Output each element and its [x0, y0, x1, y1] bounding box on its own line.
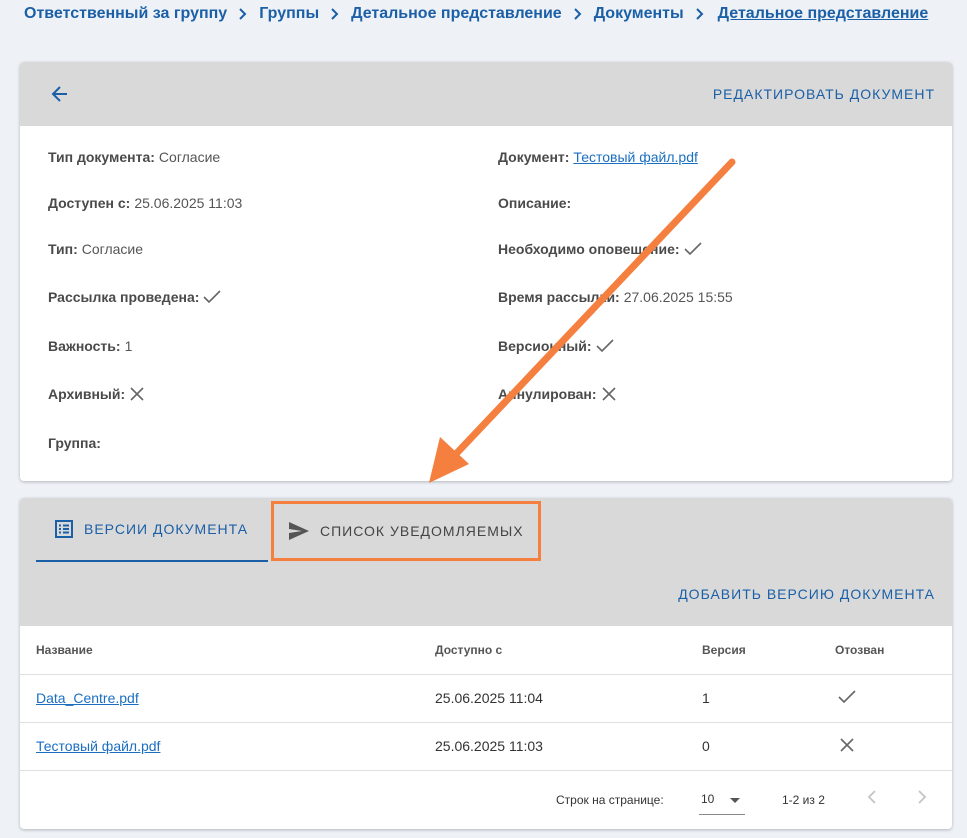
- cross-icon: [600, 385, 618, 403]
- cell-version: 0: [686, 722, 819, 771]
- versions-table: Название Доступно с Версия Отозван Data_…: [20, 626, 952, 771]
- check-icon: [595, 338, 615, 354]
- field-archived: Архивный:: [48, 384, 146, 404]
- chevron-right-icon: [227, 8, 259, 20]
- cross-icon: [128, 385, 146, 403]
- next-page-button[interactable]: [916, 789, 928, 808]
- cell-available: 25.06.2025 11:04: [419, 674, 686, 723]
- check-icon: [683, 241, 703, 257]
- field-mailing-done: Рассылка проведена:: [48, 287, 222, 307]
- table-row[interactable]: Data_Centre.pdf 25.06.2025 11:04 1: [20, 674, 952, 723]
- field-type: Тип: Согласие: [48, 241, 144, 257]
- document-file-link[interactable]: Тестовый файл.pdf: [573, 149, 697, 165]
- version-file-link[interactable]: Data_Centre.pdf: [36, 690, 139, 706]
- breadcrumb-item-documents[interactable]: Документы: [594, 5, 684, 23]
- breadcrumb-item-groups[interactable]: Группы: [259, 5, 319, 23]
- add-document-version-button[interactable]: ДОБАВИТЬ ВЕРСИЮ ДОКУМЕНТА: [678, 586, 935, 602]
- breadcrumb: Ответственный за группу Группы Детальное…: [24, 4, 967, 24]
- breadcrumb-item-group-detail[interactable]: Детальное представление: [351, 5, 562, 23]
- cell-available: 25.06.2025 11:03: [419, 722, 686, 771]
- cell-version: 1: [686, 674, 819, 723]
- column-header-name[interactable]: Название: [20, 626, 419, 675]
- table-header-row: Название Доступно с Версия Отозван: [20, 626, 952, 675]
- tab-document-versions[interactable]: ВЕРСИИ ДОКУМЕНТА: [36, 498, 268, 562]
- field-mailing-time: Время рассылки: 27.06.2025 15:55: [498, 289, 733, 305]
- versions-toolbar: ВЕРСИИ ДОКУМЕНТА СПИСОК УВЕДОМЛЯЕМЫХ ДОБ…: [20, 498, 952, 626]
- check-icon: [837, 689, 857, 708]
- cross-icon: [838, 736, 856, 757]
- version-file-link[interactable]: Тестовый файл.pdf: [36, 738, 160, 754]
- field-group: Группа:: [48, 435, 101, 451]
- document-card-header: РЕДАКТИРОВАТЬ ДОКУМЕНТ: [20, 62, 952, 126]
- rows-per-page-label: Строк на странице:: [556, 792, 664, 807]
- check-icon: [202, 289, 222, 305]
- chevron-right-icon: [319, 8, 351, 20]
- field-available-from: Доступен с: 25.06.2025 11:03: [48, 195, 243, 211]
- chevron-right-icon: [918, 789, 927, 804]
- chevron-right-icon: [562, 8, 594, 20]
- previous-page-button[interactable]: [866, 789, 878, 808]
- table-row[interactable]: Тестовый файл.pdf 25.06.2025 11:03 0: [20, 722, 952, 771]
- chevron-left-icon: [867, 789, 876, 804]
- field-versioned: Версионный:: [498, 336, 615, 356]
- field-description: Описание:: [498, 195, 572, 211]
- field-document: Документ: Тестовый файл.pdf: [498, 149, 698, 165]
- pagination: Строк на странице: 10 1-2 из 2: [20, 771, 952, 829]
- field-annulled: Аннулирован:: [498, 384, 618, 404]
- list-icon: [55, 520, 73, 538]
- chevron-right-icon: [684, 8, 716, 20]
- edit-document-button[interactable]: РЕДАКТИРОВАТЬ ДОКУМЕНТ: [713, 86, 935, 102]
- field-document-type: Тип документа: Согласие: [48, 149, 221, 165]
- column-header-version[interactable]: Версия: [686, 626, 819, 675]
- caret-down-icon: [730, 797, 740, 803]
- breadcrumb-item-document-detail[interactable]: Детальное представление: [718, 5, 929, 23]
- field-notification-required: Необходимо оповещение:: [498, 239, 703, 259]
- arrow-left-icon: [51, 86, 67, 102]
- document-versions-card: ВЕРСИИ ДОКУМЕНТА СПИСОК УВЕДОМЛЯЕМЫХ ДОБ…: [20, 498, 952, 829]
- field-importance: Важность: 1: [48, 338, 133, 354]
- send-icon: [289, 522, 309, 540]
- back-button[interactable]: [46, 80, 74, 108]
- column-header-revoked[interactable]: Отозван: [819, 626, 952, 675]
- document-detail-card: РЕДАКТИРОВАТЬ ДОКУМЕНТ Тип документа: Со…: [20, 62, 952, 481]
- tab-notification-list[interactable]: СПИСОК УВЕДОМЛЯЕМЫХ: [271, 501, 541, 561]
- breadcrumb-item-group-responsible[interactable]: Ответственный за группу: [24, 5, 227, 23]
- column-header-available[interactable]: Доступно с: [419, 626, 686, 675]
- rows-per-page-select[interactable]: 10: [699, 785, 745, 815]
- page-range: 1-2 из 2: [782, 792, 825, 807]
